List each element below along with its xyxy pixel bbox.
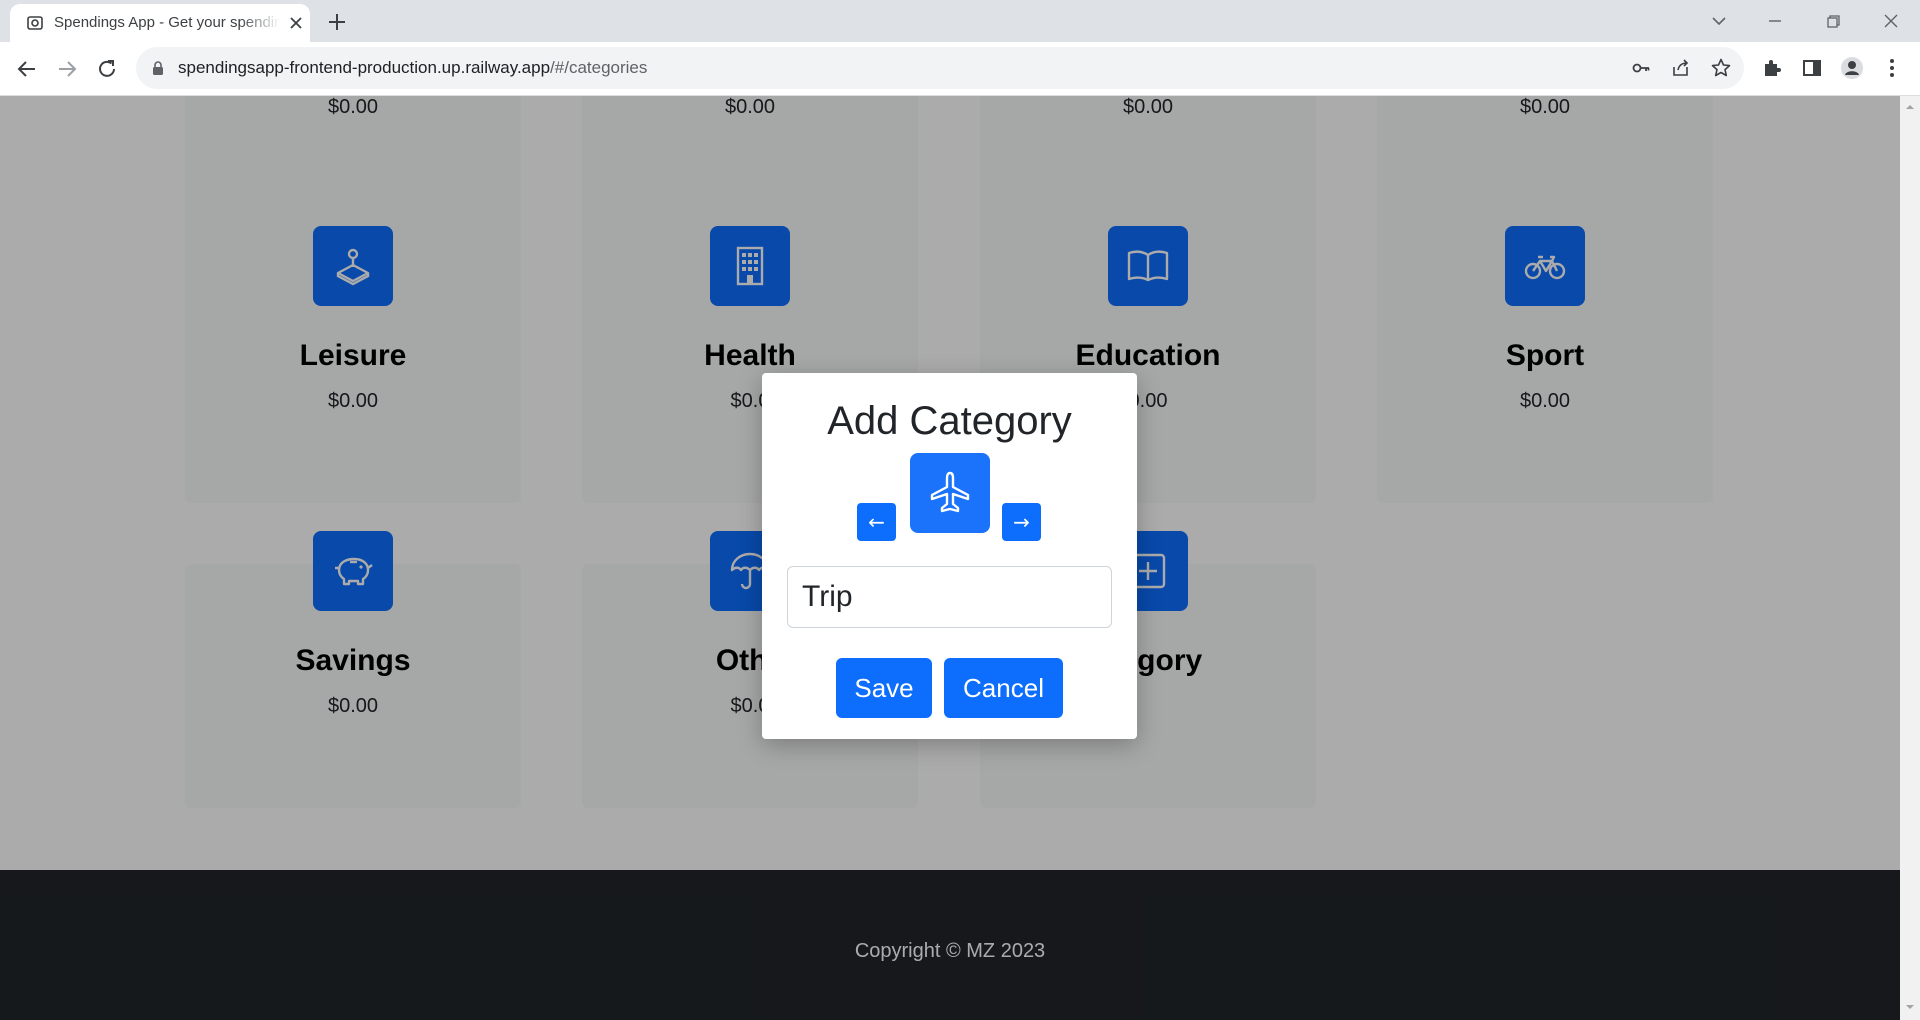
restore-icon[interactable] xyxy=(1818,6,1848,36)
tab-title: Spendings App - Get your spendings xyxy=(54,14,280,31)
new-tab-icon[interactable] xyxy=(324,9,350,35)
save-button[interactable]: Save xyxy=(836,658,932,718)
next-icon-button[interactable]: → xyxy=(1002,503,1041,541)
menu-kebab-icon[interactable] xyxy=(1880,56,1904,80)
address-bar[interactable]: spendingsapp-frontend-production.up.rail… xyxy=(136,47,1744,89)
browser-tab[interactable]: Spendings App - Get your spendings xyxy=(10,4,310,42)
minimize-icon[interactable] xyxy=(1760,6,1790,36)
scroll-down-arrow-icon[interactable] xyxy=(1905,1002,1915,1012)
airplane-icon xyxy=(910,453,990,533)
url-path: /#/categories xyxy=(550,58,648,77)
bookmark-star-icon[interactable] xyxy=(1710,57,1732,79)
tab-search-chevron-icon[interactable] xyxy=(1704,6,1734,36)
share-icon[interactable] xyxy=(1670,57,1692,79)
reload-icon[interactable] xyxy=(94,56,120,82)
close-window-icon[interactable] xyxy=(1876,6,1906,36)
category-name-input[interactable] xyxy=(787,566,1112,628)
key-icon[interactable] xyxy=(1630,57,1652,79)
lock-icon[interactable] xyxy=(150,60,166,76)
add-category-modal: Add Category ← → Save Cancel xyxy=(762,373,1137,739)
browser-toolbar: spendingsapp-frontend-production.up.rail… xyxy=(0,42,1920,96)
profile-avatar-icon[interactable] xyxy=(1840,56,1864,80)
scroll-up-arrow-icon[interactable] xyxy=(1905,102,1915,112)
page-content: $0.00 $0.00 $0.00 $0.00 Leisure $0.00 He… xyxy=(0,96,1900,1020)
back-arrow-icon[interactable] xyxy=(14,56,40,82)
previous-icon-button[interactable]: ← xyxy=(857,503,896,541)
modal-title: Add Category xyxy=(827,399,1072,443)
browser-tab-strip: Spendings App - Get your spendings xyxy=(0,0,1920,42)
extensions-puzzle-icon[interactable] xyxy=(1760,56,1784,80)
app-favicon-icon xyxy=(27,16,43,30)
side-panel-icon[interactable] xyxy=(1800,56,1824,80)
url-host: spendingsapp-frontend-production.up.rail… xyxy=(178,58,551,77)
close-tab-icon[interactable] xyxy=(286,13,306,33)
forward-arrow-icon[interactable] xyxy=(54,56,80,82)
url-text: spendingsapp-frontend-production.up.rail… xyxy=(178,58,647,78)
cancel-button[interactable]: Cancel xyxy=(944,658,1063,718)
page-scrollbar[interactable] xyxy=(1900,96,1920,1020)
